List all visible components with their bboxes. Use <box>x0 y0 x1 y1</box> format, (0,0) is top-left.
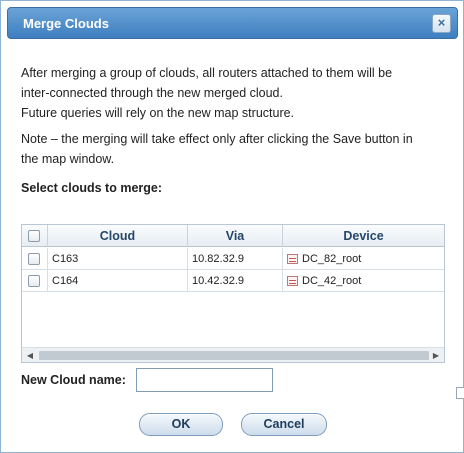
new-cloud-name-label: New Cloud name: <box>21 373 126 387</box>
scroll-right-icon[interactable]: ▶ <box>428 348 444 362</box>
row-checkbox[interactable] <box>28 253 40 265</box>
column-header-via[interactable]: Via <box>188 225 283 247</box>
merge-clouds-dialog: Merge Clouds × After merging a group of … <box>0 0 464 453</box>
scroll-left-icon[interactable]: ◀ <box>22 348 38 362</box>
table-row[interactable]: C163 10.82.32.9 DC_82_root <box>22 248 444 270</box>
close-icon: × <box>437 15 446 30</box>
select-all-checkbox[interactable] <box>28 230 40 242</box>
description-line: Future queries will rely on the new map … <box>21 106 295 120</box>
device-cell: DC_42_root <box>283 270 444 292</box>
dialog-title-bar[interactable]: Merge Clouds × <box>7 7 458 39</box>
window-edge-marker <box>456 387 464 399</box>
device-name: DC_82_root <box>302 253 362 265</box>
row-check-cell <box>22 270 48 292</box>
device-name: DC_42_root <box>302 275 362 287</box>
note-line: Note – the merging will take effect only… <box>21 132 413 146</box>
horizontal-scrollbar[interactable]: ◀ ▶ <box>22 347 444 362</box>
row-check-cell <box>22 248 48 270</box>
router-icon <box>287 254 298 264</box>
router-icon <box>287 276 298 286</box>
table-row[interactable]: C164 10.42.32.9 DC_42_root <box>22 270 444 292</box>
scroll-thumb[interactable] <box>39 351 429 360</box>
grid-header: Cloud Via Device <box>22 225 444 247</box>
cloud-cell: C164 <box>48 270 188 292</box>
via-cell: 10.82.32.9 <box>188 248 283 270</box>
close-button[interactable]: × <box>432 14 451 33</box>
column-header-device[interactable]: Device <box>283 225 444 247</box>
select-all-cell <box>22 225 48 247</box>
note-line: the map window. <box>21 152 115 166</box>
cloud-cell: C163 <box>48 248 188 270</box>
cancel-button[interactable]: Cancel <box>241 413 327 436</box>
dialog-title: Merge Clouds <box>23 16 109 31</box>
column-header-cloud[interactable]: Cloud <box>48 225 188 247</box>
description-text: After merging a group of clouds, all rou… <box>21 63 451 123</box>
new-cloud-name-input[interactable] <box>136 368 273 392</box>
device-cell: DC_82_root <box>283 248 444 270</box>
via-cell: 10.42.32.9 <box>188 270 283 292</box>
select-clouds-label: Select clouds to merge: <box>21 181 163 195</box>
description-line: inter-connected through the new merged c… <box>21 86 283 100</box>
note-text: Note – the merging will take effect only… <box>21 129 451 169</box>
clouds-grid: Cloud Via Device C163 10.82.32.9 DC_82_r… <box>21 224 445 363</box>
ok-button[interactable]: OK <box>139 413 223 436</box>
description-line: After merging a group of clouds, all rou… <box>21 66 393 80</box>
row-checkbox[interactable] <box>28 275 40 287</box>
